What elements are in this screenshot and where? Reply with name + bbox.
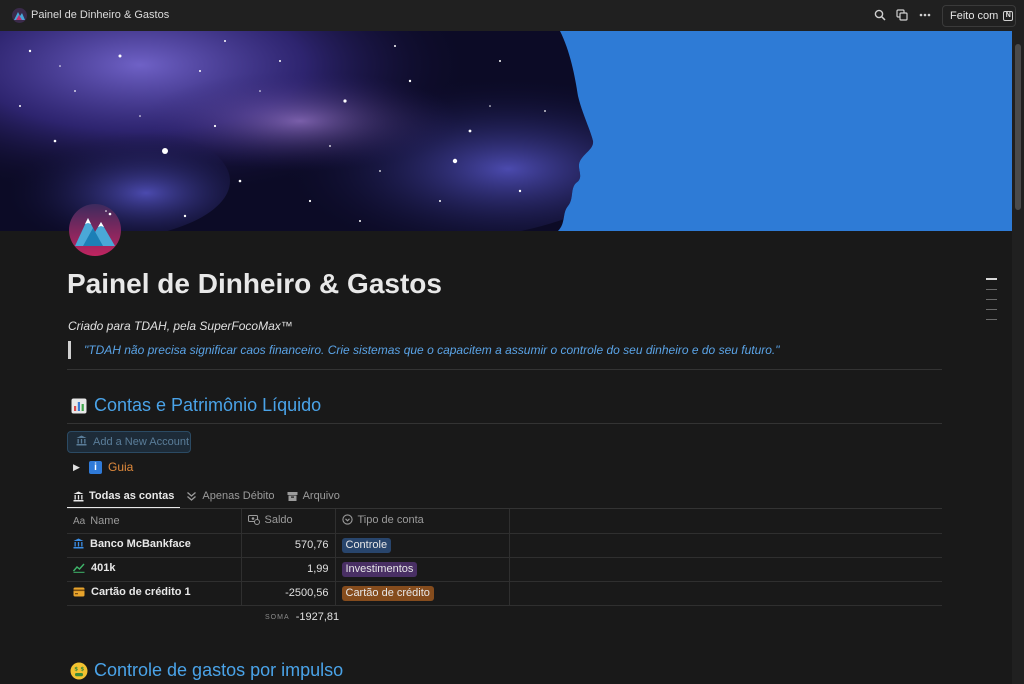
add-new-account-button[interactable]: Add a New Account <box>67 431 191 453</box>
account-type-cell[interactable]: Cartão de crédito <box>335 581 510 606</box>
column-header-empty <box>509 509 942 534</box>
svg-text:$: $ <box>80 666 84 672</box>
tab-arquivo[interactable]: Arquivo <box>281 484 346 508</box>
account-type-tag: Cartão de crédito <box>341 585 434 601</box>
balance-cell[interactable]: 570,76 <box>241 533 336 558</box>
more-options-icon[interactable] <box>917 7 933 23</box>
tab-todas-as-contas[interactable]: Todas as contas <box>67 484 181 509</box>
table-header-row: Aa Name Saldo Tipo de conta <box>67 509 942 534</box>
money-mouth-face-icon: $ $ <box>70 662 88 680</box>
info-icon: i <box>89 460 102 474</box>
bank-icon <box>73 538 84 549</box>
toc-line[interactable] <box>986 289 997 290</box>
table-row[interactable]: Banco McBankface 570,76 Controle <box>67 533 942 558</box>
svg-text:$: $ <box>74 666 78 672</box>
text-property-icon: Aa <box>73 515 86 527</box>
table-of-contents-minimap[interactable] <box>986 278 997 329</box>
divider <box>67 369 942 370</box>
galaxy-silhouette-cover <box>0 31 1012 231</box>
balance-cell[interactable]: 1,99 <box>241 557 336 582</box>
cover-image <box>0 31 1012 231</box>
tab-label: Apenas Débito <box>202 490 275 502</box>
tab-label: Todas as contas <box>89 490 175 502</box>
table-row[interactable]: 401k 1,99 Investimentos <box>67 557 942 582</box>
sum-value: -1927,81 <box>295 611 340 623</box>
guide-toggle[interactable]: ▶ i Guia <box>73 460 133 474</box>
page-logo-icon[interactable] <box>12 8 27 23</box>
toc-line[interactable] <box>986 299 997 300</box>
chart-up-icon <box>73 563 85 574</box>
tab-apenas-debito[interactable]: Apenas Débito <box>180 484 280 508</box>
bar-chart-icon <box>70 397 88 415</box>
balance-cell[interactable]: -2500,56 <box>241 581 336 606</box>
search-icon[interactable] <box>872 7 888 23</box>
formula-money-icon <box>247 514 260 525</box>
page-title: Painel de Dinheiro & Gastos <box>67 268 442 299</box>
column-header-type[interactable]: Tipo de conta <box>335 509 510 534</box>
toc-line[interactable] <box>986 278 997 280</box>
toggle-triangle-icon[interactable]: ▶ <box>73 462 83 473</box>
credit-card-icon <box>73 587 85 597</box>
bank-icon <box>76 435 87 449</box>
toc-line[interactable] <box>986 309 997 310</box>
double-chevron-down-icon <box>187 491 197 501</box>
made-with-notion-button[interactable]: Feito com N <box>942 5 1016 27</box>
guide-toggle-label: Guia <box>108 460 134 474</box>
account-name-cell[interactable]: Cartão de crédito 1 <box>67 581 242 606</box>
tab-label: Arquivo <box>302 490 340 502</box>
accounts-heading-text: Contas e Patrimônio Líquido <box>94 395 322 415</box>
column-header-balance[interactable]: Saldo <box>241 509 336 534</box>
window-title: Painel de Dinheiro & Gastos <box>31 9 170 21</box>
account-name-cell[interactable]: 401k <box>67 557 242 582</box>
account-type-cell[interactable]: Controle <box>335 533 510 558</box>
impulse-spending-heading-text: Controle de gastos por impulso <box>94 660 344 680</box>
impulse-spending-heading: $ $ Controle de gastos por impulso <box>70 660 343 681</box>
scrollbar-thumb[interactable] <box>1015 44 1021 210</box>
toc-line[interactable] <box>986 319 997 320</box>
page-subtitle: Criado para TDAH, pela SuperFocoMax™ <box>68 319 293 333</box>
account-type-tag: Investimentos <box>341 561 418 577</box>
account-name-cell[interactable]: Banco McBankface <box>67 533 242 558</box>
sum-label: SOMA <box>265 614 290 621</box>
column-header-name[interactable]: Aa Name <box>67 509 242 534</box>
account-type-tag: Controle <box>341 537 392 553</box>
quote-block: "TDAH não precisa significar caos financ… <box>68 341 780 359</box>
empty-cell <box>509 533 942 558</box>
select-property-icon <box>341 514 353 525</box>
top-bar: Painel de Dinheiro & Gastos Feito com N <box>0 0 1024 31</box>
bank-icon <box>73 491 84 501</box>
account-type-cell[interactable]: Investimentos <box>335 557 510 582</box>
page-icon-mountains[interactable] <box>69 204 121 256</box>
accounts-table: Aa Name Saldo Tipo de conta Banco McBankf… <box>67 509 942 606</box>
empty-cell <box>509 581 942 606</box>
accounts-heading: Contas e Patrimônio Líquido <box>70 395 321 416</box>
duplicate-icon[interactable] <box>894 7 910 23</box>
add-new-account-label: Add a New Account <box>93 436 190 448</box>
notion-logo-icon: N <box>1003 11 1014 21</box>
archive-icon <box>287 491 298 501</box>
made-with-label: Feito com <box>950 10 999 22</box>
divider <box>67 423 942 424</box>
view-tabs: Todas as contas Apenas Débito Arquivo <box>67 484 346 509</box>
balance-sum[interactable]: SOMA -1927,81 <box>265 611 339 623</box>
empty-cell <box>509 557 942 582</box>
table-row[interactable]: Cartão de crédito 1 -2500,56 Cartão de c… <box>67 581 942 606</box>
